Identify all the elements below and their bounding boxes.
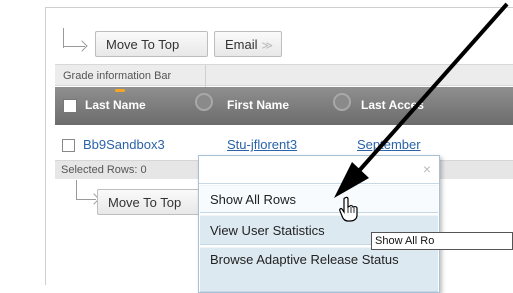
email-button[interactable]: Email ≫: [214, 31, 282, 57]
last-access-link[interactable]: September: [357, 137, 421, 152]
email-label: Email: [225, 37, 258, 52]
grade-bar-label: Grade information Bar: [63, 70, 172, 82]
arrow-corner-icon: [63, 28, 86, 48]
divider: [205, 65, 206, 87]
sort-circle-icon[interactable]: [195, 93, 213, 111]
grade-information-bar: Grade information Bar: [55, 64, 513, 87]
move-to-top-label: Move To Top: [108, 195, 182, 210]
move-to-top-button[interactable]: Move To Top: [95, 31, 208, 57]
context-menu: × Show All Rows View User Statistics Bro…: [198, 155, 440, 293]
row-checkbox[interactable]: [62, 139, 75, 152]
close-icon[interactable]: ×: [423, 161, 431, 177]
column-header-last-name[interactable]: Last Name: [85, 98, 146, 112]
column-header-first-name[interactable]: First Name: [227, 98, 289, 112]
menu-item-label: Browse Adaptive Release Status: [210, 252, 399, 267]
select-all-checkbox[interactable]: [63, 99, 77, 113]
arrow-corner-icon: [76, 180, 97, 200]
column-header-last-access[interactable]: Last Acces: [361, 98, 424, 112]
move-to-top-label: Move To Top: [106, 37, 180, 52]
menu-item-label: View User Statistics: [210, 223, 325, 238]
move-to-top-button-bottom[interactable]: Move To Top: [97, 189, 204, 215]
sort-circle-icon[interactable]: [333, 93, 351, 111]
menu-item-label: Show All Rows: [210, 192, 296, 207]
tooltip: Show All Ro: [371, 232, 513, 250]
menu-header: ×: [199, 156, 439, 184]
table-row: Bb9Sandbox3 Stu-jflorent3 September: [55, 134, 513, 156]
hand-cursor-icon: [339, 196, 358, 222]
last-name-link[interactable]: Bb9Sandbox3: [83, 137, 165, 152]
menu-item-show-all-rows[interactable]: Show All Rows: [200, 185, 438, 213]
first-name-link[interactable]: Stu-jflorent3: [227, 137, 297, 152]
tooltip-text: Show All Ro: [375, 235, 435, 247]
table-header: Last Name First Name Last Acces: [55, 87, 513, 125]
selected-rows-label: Selected Rows: 0: [61, 164, 147, 176]
chevron-down-icon: ≫: [261, 40, 274, 52]
sort-indicator-icon: [115, 89, 125, 92]
menu-item-browse-adaptive-release-status[interactable]: Browse Adaptive Release Status: [200, 247, 438, 292]
